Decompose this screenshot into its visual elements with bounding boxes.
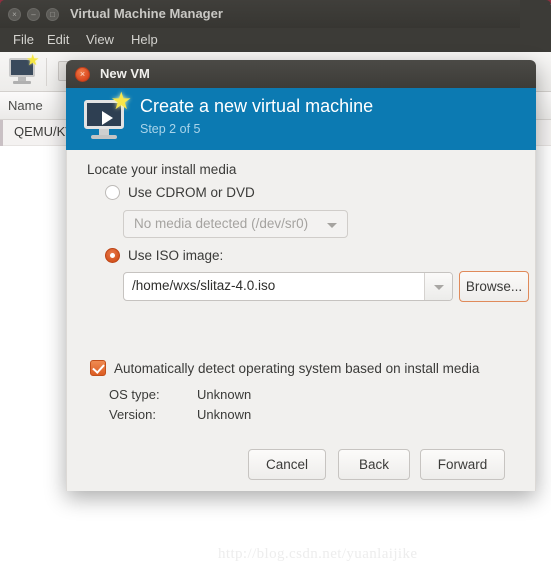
dialog-content: Locate your install media Use CDROM or D… <box>66 150 536 491</box>
monitor-base <box>91 135 117 139</box>
menu-help[interactable]: Help <box>128 32 161 47</box>
forward-button[interactable]: Forward <box>420 449 505 480</box>
autodetect-os-checkbox-row[interactable]: Automatically detect operating system ba… <box>90 360 479 376</box>
new-vm-banner-icon: ★ <box>84 90 132 140</box>
browse-button[interactable]: Browse... <box>459 271 529 302</box>
cdrom-media-select[interactable]: No media detected (/dev/sr0) <box>123 210 348 238</box>
vmm-titlebar: × ‒ □ Virtual Machine Manager <box>0 0 551 28</box>
banner-title: Create a new virtual machine <box>140 96 374 116</box>
radio-iso-indicator[interactable] <box>105 248 120 263</box>
new-vm-icon[interactable]: ★ <box>9 52 40 84</box>
new-vm-dialog: × New VM ★ Create a new virtual machine … <box>66 60 536 491</box>
banner-step-indicator: Step 2 of 5 <box>140 122 201 136</box>
radio-iso-label: Use ISO image: <box>128 248 224 263</box>
monitor-base <box>13 81 31 84</box>
dialog-close-button[interactable]: × <box>75 67 90 82</box>
menu-view[interactable]: View <box>83 32 117 47</box>
close-icon: × <box>79 69 86 79</box>
os-type-label: OS type: <box>109 387 160 402</box>
star-icon: ★ <box>26 52 40 69</box>
chevron-down-icon <box>434 285 444 290</box>
chevron-down-icon <box>327 223 337 228</box>
autodetect-os-label: Automatically detect operating system ba… <box>114 360 480 376</box>
dialog-banner: ★ Create a new virtual machine Step 2 of… <box>66 88 536 150</box>
section-label-locate-install-media: Locate your install media <box>87 162 237 177</box>
dialog-title: New VM <box>100 66 150 81</box>
dialog-titlebar: × New VM <box>66 60 536 88</box>
window-title: Virtual Machine Manager <box>70 6 223 21</box>
os-version-value: Unknown <box>197 407 252 422</box>
dialog-action-bar: Cancel Back Forward <box>67 439 537 491</box>
radio-cdrom-indicator[interactable] <box>105 185 120 200</box>
star-icon: ★ <box>110 88 132 115</box>
cancel-button[interactable]: Cancel <box>248 449 326 480</box>
back-button[interactable]: Back <box>338 449 410 480</box>
radio-option-iso[interactable]: Use ISO image: <box>105 248 223 263</box>
cdrom-media-value: No media detected (/dev/sr0) <box>134 216 309 231</box>
os-type-value: Unknown <box>197 387 252 402</box>
iso-path-input[interactable]: /home/wxs/slitaz-4.0.iso <box>123 272 453 301</box>
close-icon: × <box>12 9 17 19</box>
menu-edit[interactable]: Edit <box>44 32 72 47</box>
minimize-icon: ‒ <box>31 9 36 19</box>
os-version-label: Version: <box>109 407 156 422</box>
menubar-surface <box>0 28 520 52</box>
toolbar-separator <box>46 58 47 86</box>
radio-cdrom-label: Use CDROM or DVD <box>128 185 255 200</box>
row-accent-bar <box>0 120 3 146</box>
window-maximize-button[interactable]: □ <box>46 8 59 21</box>
window-close-button[interactable]: × <box>8 8 21 21</box>
menubar: File Edit View Help <box>0 28 551 52</box>
maximize-icon: □ <box>50 9 55 19</box>
iso-path-dropdown-button[interactable] <box>424 273 452 300</box>
menu-file[interactable]: File <box>10 32 37 47</box>
iso-path-value: /home/wxs/slitaz-4.0.iso <box>132 278 276 293</box>
column-header-name[interactable]: Name <box>8 98 43 113</box>
watermark-text: http://blog.csdn.net/yuanlaijike <box>218 546 418 562</box>
radio-option-cdrom[interactable]: Use CDROM or DVD <box>105 185 255 200</box>
autodetect-os-checkbox[interactable] <box>90 360 106 376</box>
window-minimize-button[interactable]: ‒ <box>27 8 40 21</box>
